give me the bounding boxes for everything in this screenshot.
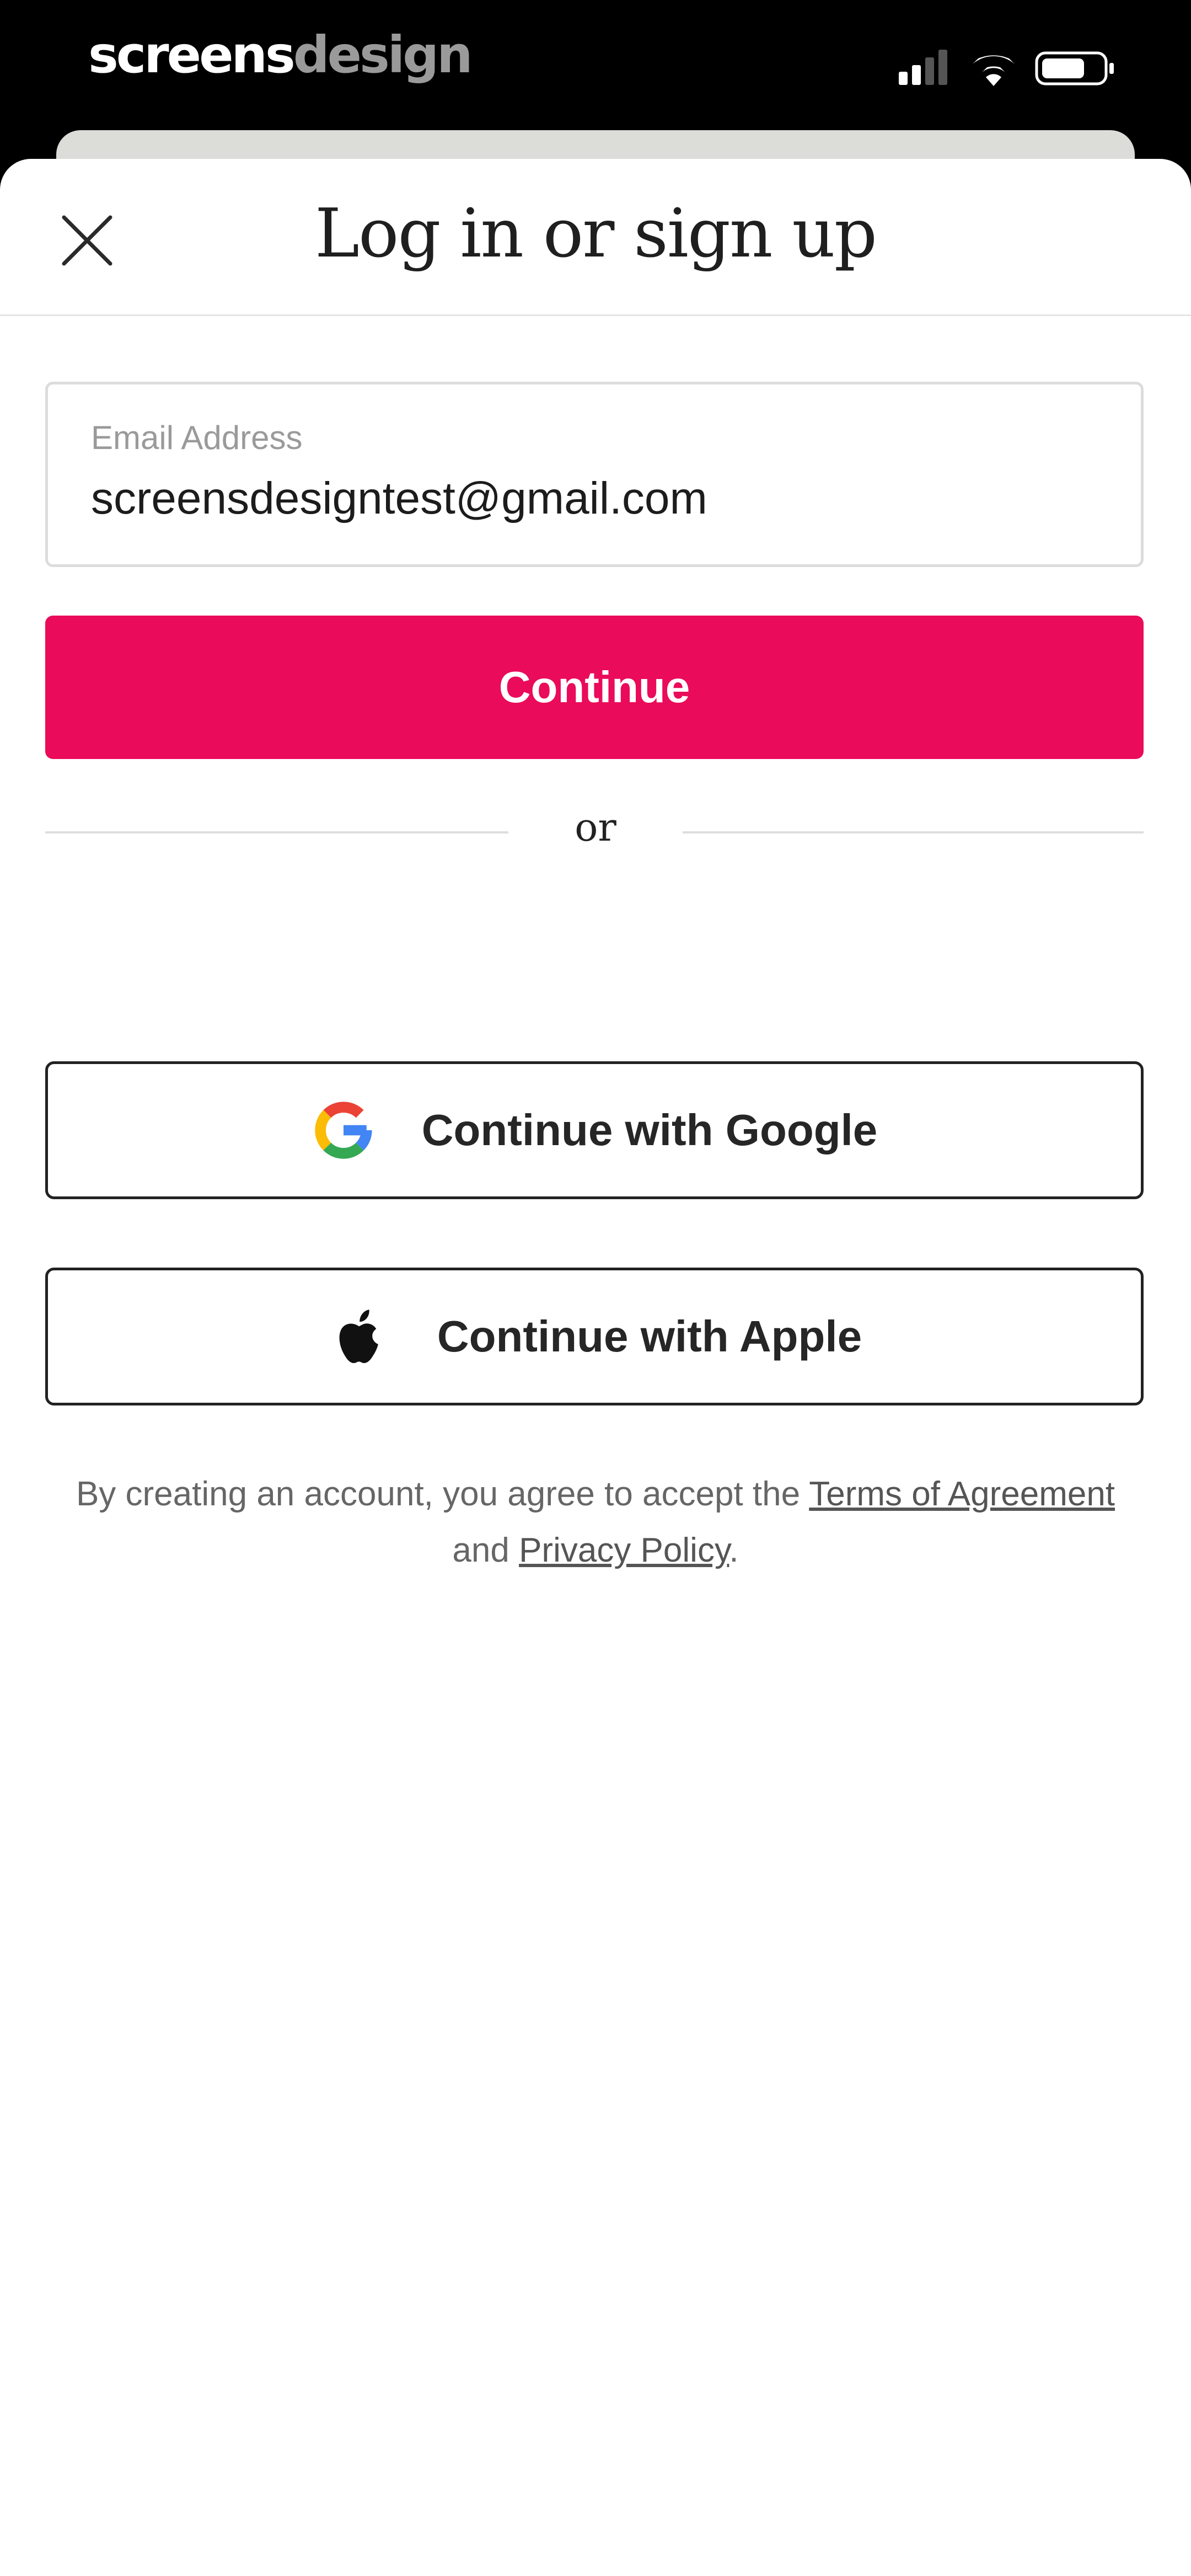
brand-logo-part-1: screens bbox=[88, 25, 296, 84]
terms-middle: and bbox=[452, 1531, 519, 1569]
continue-with-google-button[interactable]: Continue with Google bbox=[45, 1061, 1144, 1199]
google-button-label: Continue with Google bbox=[421, 1105, 878, 1155]
battery-icon bbox=[1035, 51, 1114, 85]
divider-or-text: or bbox=[575, 805, 616, 850]
email-field-value[interactable]: screensdesigntest@gmail.com bbox=[91, 473, 707, 525]
apple-icon bbox=[339, 1310, 378, 1364]
terms-prefix: By creating an account, you agree to acc… bbox=[76, 1475, 809, 1513]
privacy-policy-link[interactable]: Privacy Policy bbox=[519, 1531, 729, 1569]
status-bar: screensdesign bbox=[0, 0, 1191, 132]
continue-with-apple-button[interactable]: Continue with Apple bbox=[45, 1268, 1144, 1405]
email-field[interactable]: Email Address screensdesigntest@gmail.co… bbox=[45, 382, 1144, 567]
brand-logo-part-2: design bbox=[293, 25, 473, 84]
cellular-signal-icon bbox=[899, 50, 947, 85]
sheet-header: Log in or sign up bbox=[0, 159, 1191, 316]
terms-suffix: . bbox=[729, 1531, 739, 1569]
google-icon bbox=[315, 1102, 372, 1159]
brand-logo: screensdesign bbox=[88, 22, 473, 88]
continue-button[interactable]: Continue bbox=[45, 616, 1144, 759]
apple-button-label: Continue with Apple bbox=[437, 1312, 862, 1361]
terms-of-agreement-link[interactable]: Terms of Agreement bbox=[809, 1475, 1115, 1513]
divider-right bbox=[683, 831, 1144, 833]
terms-text: By creating an account, you agree to acc… bbox=[39, 1466, 1152, 1579]
wifi-icon bbox=[973, 55, 1015, 86]
status-icons bbox=[899, 50, 1114, 86]
login-sheet: Log in or sign up Email Address screensd… bbox=[0, 159, 1191, 2576]
email-field-label: Email Address bbox=[91, 419, 303, 456]
page-title: Log in or sign up bbox=[314, 194, 877, 272]
